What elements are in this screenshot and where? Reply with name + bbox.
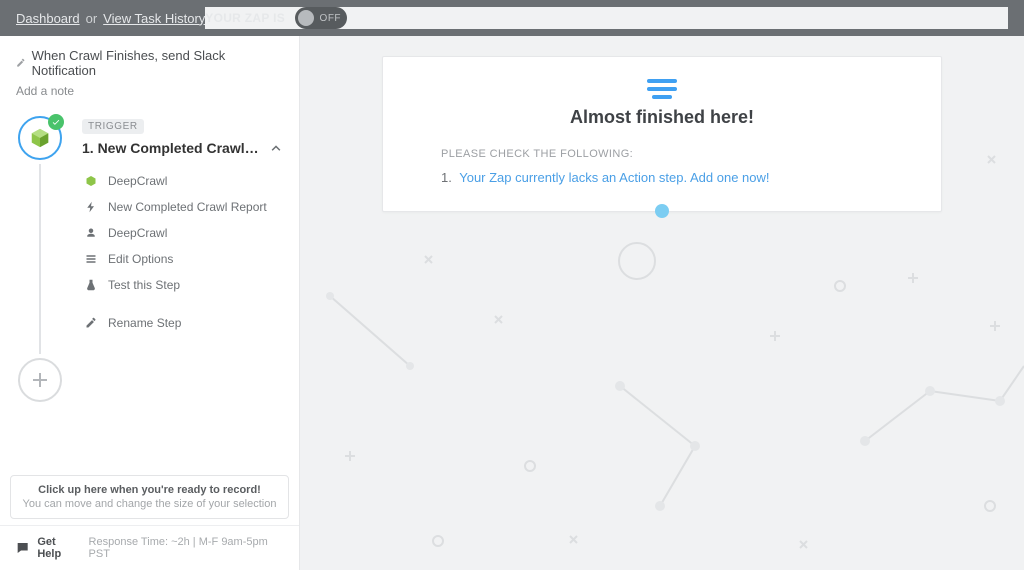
substep-edit-label: Edit Options [108, 252, 173, 266]
substep-rename[interactable]: Rename Step [82, 310, 283, 336]
substep-trigger-type[interactable]: New Completed Crawl Report [82, 194, 283, 220]
trigger-step-node[interactable] [18, 116, 62, 160]
get-help-meta: Response Time: ~2h | M-F 9am-5pm PST [89, 536, 283, 560]
zap-enable-toggle[interactable]: OFF [295, 7, 347, 29]
your-zap-is-label: YOUR ZAP IS [205, 11, 285, 25]
step-title-toggle[interactable]: 1. New Completed Crawl Re... [82, 140, 283, 156]
recording-tooltip-line2: You can move and change the size of your… [21, 498, 278, 510]
toggle-knob [298, 10, 314, 26]
checkmark-badge-icon [48, 114, 64, 130]
plus-icon [32, 372, 48, 388]
separator-or: or [86, 11, 98, 26]
substep-test[interactable]: Test this Step [82, 272, 283, 298]
recording-tooltip: Click up here when you're ready to recor… [10, 475, 289, 519]
person-icon [84, 226, 98, 240]
connector-line [39, 164, 41, 354]
trigger-badge: TRIGGER [82, 119, 144, 134]
substep-test-label: Test this Step [108, 278, 180, 292]
check-following-label: PLEASE CHECK THE FOLLOWING: [441, 148, 883, 160]
card-resize-handle[interactable] [655, 204, 669, 218]
substep-app-label: DeepCrawl [108, 174, 167, 188]
dashboard-link[interactable]: Dashboard [16, 11, 80, 26]
status-card-title: Almost finished here! [441, 107, 883, 128]
zap-title-row[interactable]: When Crawl Finishes, send Slack Notifica… [16, 48, 283, 78]
substep-account[interactable]: DeepCrawl [82, 220, 283, 246]
chevron-up-icon [269, 141, 283, 155]
chat-icon [16, 541, 29, 555]
checklist-icon [441, 79, 883, 99]
substep-trigger-label: New Completed Crawl Report [108, 200, 267, 214]
view-task-history-link[interactable]: View Task History [103, 11, 205, 26]
list-icon [84, 252, 98, 266]
substep-app[interactable]: DeepCrawl [82, 168, 283, 194]
recording-tooltip-line1: Click up here when you're ready to recor… [21, 484, 278, 496]
get-help-label: Get Help [37, 536, 80, 560]
get-help-bar[interactable]: Get Help Response Time: ~2h | M-F 9am-5p… [0, 525, 299, 570]
substep-account-label: DeepCrawl [108, 226, 167, 240]
deepcrawl-app-icon [29, 127, 51, 149]
toggle-state-label: OFF [320, 13, 342, 24]
pencil-icon [84, 316, 98, 330]
step-title-text: 1. New Completed Crawl Re... [82, 140, 261, 156]
substep-edit-options[interactable]: Edit Options [82, 246, 283, 272]
hexagon-icon [84, 174, 98, 188]
add-step-button[interactable] [18, 358, 62, 402]
status-card: Almost finished here! PLEASE CHECK THE F… [382, 56, 942, 212]
left-panel: When Crawl Finishes, send Slack Notifica… [0, 36, 300, 570]
lightning-icon [84, 200, 98, 214]
canvas: Almost finished here! PLEASE CHECK THE F… [300, 36, 1024, 570]
pencil-icon [16, 58, 26, 68]
beaker-icon [84, 278, 98, 292]
substep-rename-label: Rename Step [108, 316, 181, 330]
check-item: 1. Your Zap currently lacks an Action st… [441, 170, 883, 185]
check-item-number: 1. [441, 170, 452, 185]
top-bar: Dashboard or View Task History ✻ YOUR ZA… [0, 0, 1024, 36]
add-action-step-link[interactable]: Your Zap currently lacks an Action step.… [459, 170, 769, 185]
add-note-link[interactable]: Add a note [16, 84, 283, 98]
zap-title-text: When Crawl Finishes, send Slack Notifica… [32, 48, 283, 78]
